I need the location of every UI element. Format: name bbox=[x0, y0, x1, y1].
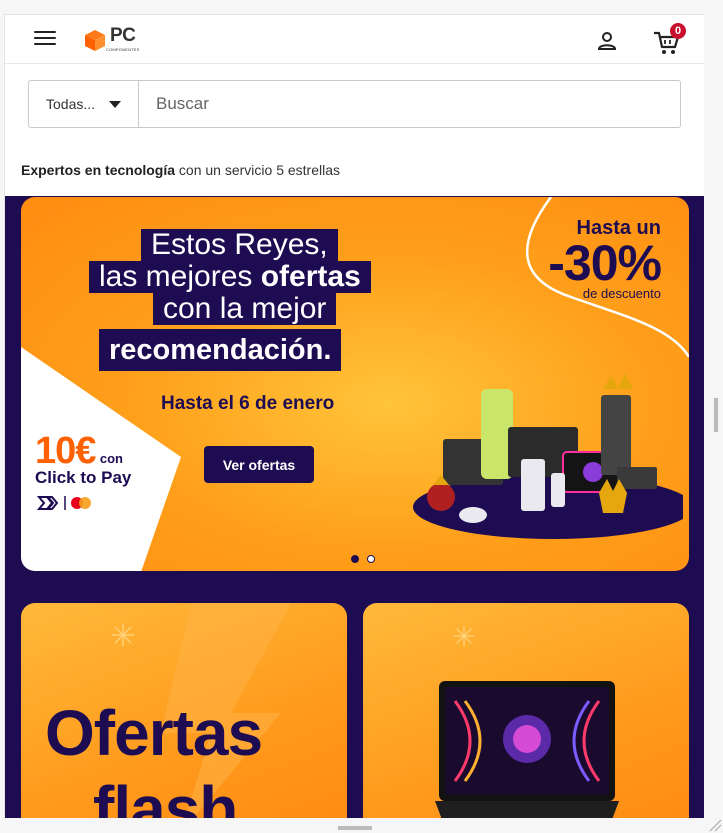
card-brands-icon bbox=[36, 496, 91, 510]
cart-count-badge: 0 bbox=[670, 23, 686, 39]
resize-handle-horizontal[interactable] bbox=[338, 826, 372, 830]
search-bar: Todas... bbox=[28, 80, 681, 128]
hero-title-emphasis: ofertas bbox=[260, 260, 361, 293]
top-header: PC COMPONENTES 0 bbox=[5, 15, 704, 64]
discount-value: -30% bbox=[548, 235, 662, 291]
hero-banner[interactable]: Estos Reyes, las mejores ofertas con la … bbox=[21, 197, 689, 571]
carousel-dot-1[interactable] bbox=[351, 555, 359, 563]
resize-corner-icon[interactable] bbox=[708, 818, 722, 832]
search-input[interactable] bbox=[139, 81, 680, 127]
flash-offers-title: Ofertas flash bbox=[45, 695, 263, 818]
view-offers-button[interactable]: Ver ofertas bbox=[204, 446, 314, 483]
carousel-dot-2[interactable] bbox=[367, 555, 375, 563]
carousel-dots bbox=[351, 555, 375, 563]
promo-method: Click to Pay bbox=[35, 468, 132, 487]
click-to-pay-promo: 10€ con Click to Pay bbox=[35, 432, 132, 519]
snowflake-decoration bbox=[112, 624, 134, 646]
hero-title-line-3: con la mejor bbox=[153, 293, 337, 325]
discount-badge: Hasta un -30% de descuento bbox=[548, 217, 662, 301]
page: PC COMPONENTES 0 Todas... Expertos en te… bbox=[4, 14, 704, 818]
snowflake-decoration bbox=[453, 625, 475, 647]
logo[interactable]: PC COMPONENTES bbox=[84, 25, 140, 52]
tagline-bold: Expertos en tecnología bbox=[21, 162, 176, 178]
category-select-label: Todas... bbox=[46, 96, 96, 112]
chevron-down-icon bbox=[109, 101, 121, 108]
laptop-offer-card[interactable] bbox=[363, 603, 689, 818]
logo-text: PC bbox=[110, 25, 136, 46]
tagline: Expertos en tecnología con un servicio 5… bbox=[21, 162, 340, 178]
flash-offers-card[interactable]: Ofertas flash bbox=[21, 603, 347, 818]
promo-amount: 10€ bbox=[35, 430, 96, 472]
tagline-rest: con un servicio 5 estrellas bbox=[175, 162, 341, 178]
laptop-image bbox=[435, 681, 619, 818]
logo-subtext: COMPONENTES bbox=[106, 47, 140, 52]
flash-offers-line-2: flash bbox=[93, 773, 238, 818]
hero-title-line-2: las mejores ofertas bbox=[89, 261, 371, 293]
hamburger-icon[interactable] bbox=[34, 31, 56, 49]
promo-con: con bbox=[99, 451, 123, 466]
category-select[interactable]: Todas... bbox=[29, 81, 139, 127]
logo-cube-icon bbox=[85, 29, 105, 51]
user-icon[interactable] bbox=[595, 29, 619, 53]
hero-title-line-1: Estos Reyes, bbox=[141, 229, 338, 261]
flash-offers-line-1: Ofertas bbox=[45, 697, 263, 769]
products-illustration bbox=[413, 373, 683, 539]
resize-handle-vertical[interactable] bbox=[714, 398, 718, 432]
